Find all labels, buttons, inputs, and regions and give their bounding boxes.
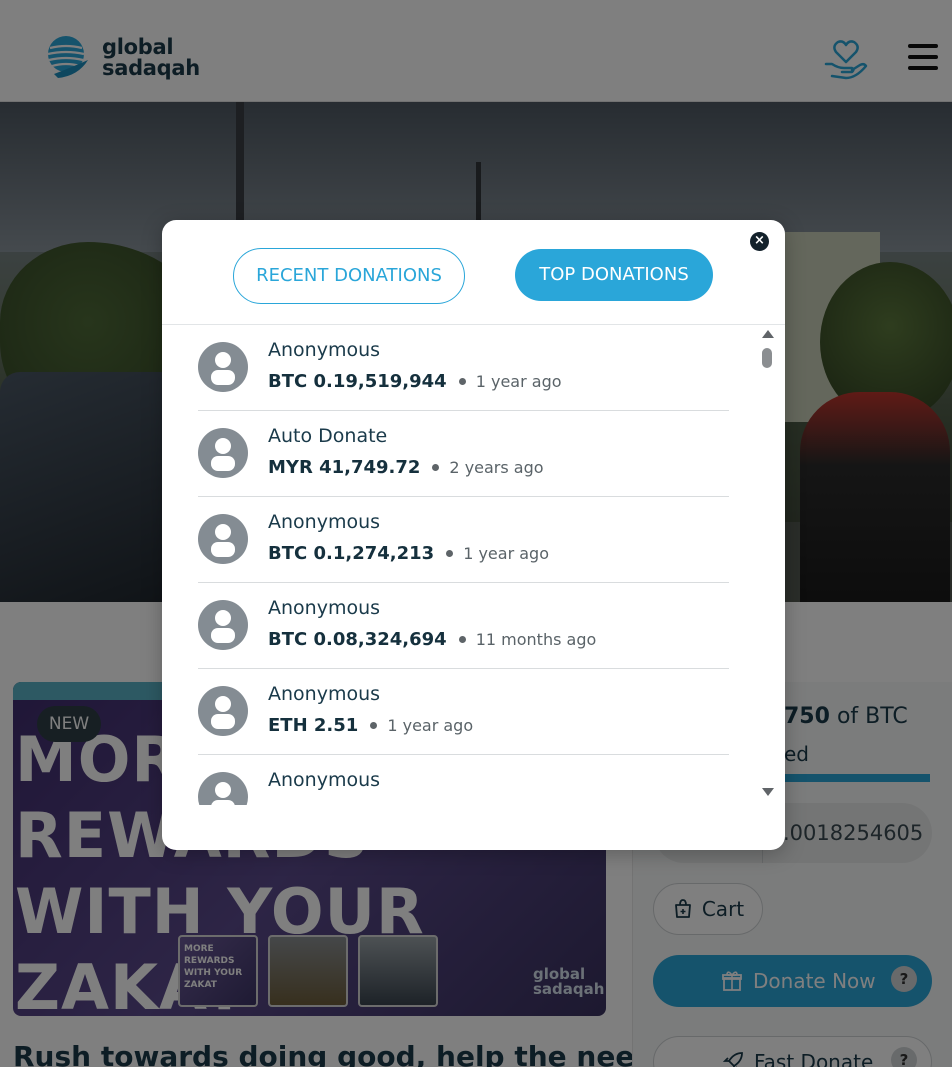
donation-row: Anonymous BTC 0.1,274,213 1 year ago [198, 497, 729, 583]
user-avatar-icon [198, 428, 248, 478]
donation-row: Anonymous BTC 0.08,324,694 11 months ago [198, 583, 729, 669]
donor-name: Anonymous [268, 597, 381, 619]
donation-time: 1 year ago [475, 372, 562, 391]
close-icon[interactable]: × [750, 232, 769, 251]
user-avatar-icon [198, 342, 248, 392]
donation-time: 1 year ago [463, 544, 549, 563]
donor-name: Anonymous [268, 339, 381, 361]
user-avatar-icon [198, 772, 248, 805]
donation-amount: BTC 0.08,324,694 11 months ago [268, 629, 597, 650]
scroll-up-arrow-icon[interactable] [762, 330, 774, 338]
donation-amount: BTC 0.1,274,213 1 year ago [268, 543, 549, 564]
donation-time: 1 year ago [387, 716, 474, 735]
donation-row: Anonymous ETH 2.51 1 year ago [198, 669, 729, 755]
donation-amount: MYR 41,749.72 2 years ago [268, 457, 544, 478]
donation-row: Auto Donate MYR 41,749.72 2 years ago [198, 411, 729, 497]
donation-amount: BTC 0.19,519,944 1 year ago [268, 371, 562, 392]
donation-time: 11 months ago [475, 630, 597, 649]
scrollbar-thumb[interactable] [762, 348, 772, 368]
donation-row: Anonymous BTC 0.19,519,944 1 year ago [198, 325, 729, 411]
donor-name: Anonymous [268, 683, 381, 705]
tab-top-donations[interactable]: TOP DONATIONS [515, 249, 713, 301]
user-avatar-icon [198, 514, 248, 564]
tab-recent-donations[interactable]: RECENT DONATIONS [233, 248, 465, 304]
donation-time: 2 years ago [449, 458, 544, 477]
user-avatar-icon [198, 686, 248, 736]
donor-name: Auto Donate [268, 425, 388, 447]
donation-row: Anonymous [198, 755, 729, 805]
donations-list[interactable]: Anonymous BTC 0.19,519,944 1 year ago Aut… [198, 325, 729, 805]
donations-modal: × RECENT DONATIONS TOP DONATIONS Anonymo… [162, 220, 785, 850]
list-scrollbar[interactable] [760, 330, 774, 800]
scroll-down-arrow-icon[interactable] [762, 788, 774, 796]
user-avatar-icon [198, 600, 248, 650]
donor-name: Anonymous [268, 511, 381, 533]
donation-amount: ETH 2.51 1 year ago [268, 715, 474, 736]
donor-name: Anonymous [268, 769, 381, 791]
